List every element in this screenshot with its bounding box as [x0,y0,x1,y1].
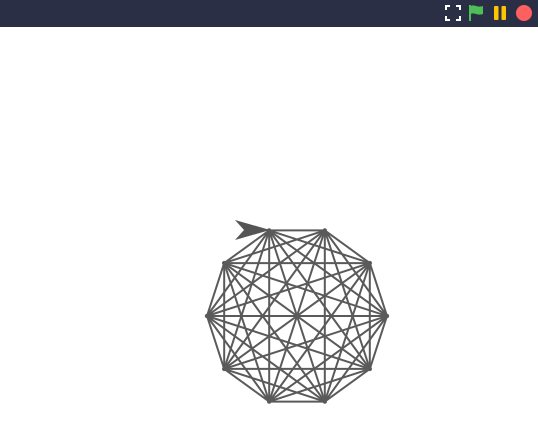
decagon-vertex [367,260,373,266]
pause-icon [494,6,506,20]
decagon-edge [206,315,226,370]
decagon-vertex [221,366,227,372]
decagon-vertex [204,313,210,319]
decagon-vertex [322,399,328,404]
decagon-edge [368,315,388,370]
decagon-diagonal [206,262,371,317]
run-button[interactable] [466,3,486,23]
toolbar [0,0,538,27]
decagon-edge [223,367,271,403]
decagon-vertex [367,366,373,372]
decagon-edge [368,262,388,317]
green-flag-icon [469,5,483,21]
stop-button[interactable] [514,3,534,23]
turtle-graphics-window [0,0,538,430]
stop-icon [516,5,532,21]
decagon-vertex [221,260,227,266]
decagon-vertex [266,399,272,404]
fullscreen-icon [445,5,461,21]
decagon-edge [323,367,371,403]
decagon-lines [204,228,390,404]
decagon-vertex [322,228,328,233]
decagon-edge [206,262,226,317]
drawing-canvas[interactable] [0,27,538,430]
decagon-vertex [384,313,390,319]
fullscreen-button[interactable] [443,3,463,23]
decagon-edge [323,229,371,265]
pause-button[interactable] [490,3,510,23]
decagon-drawing [204,220,390,404]
